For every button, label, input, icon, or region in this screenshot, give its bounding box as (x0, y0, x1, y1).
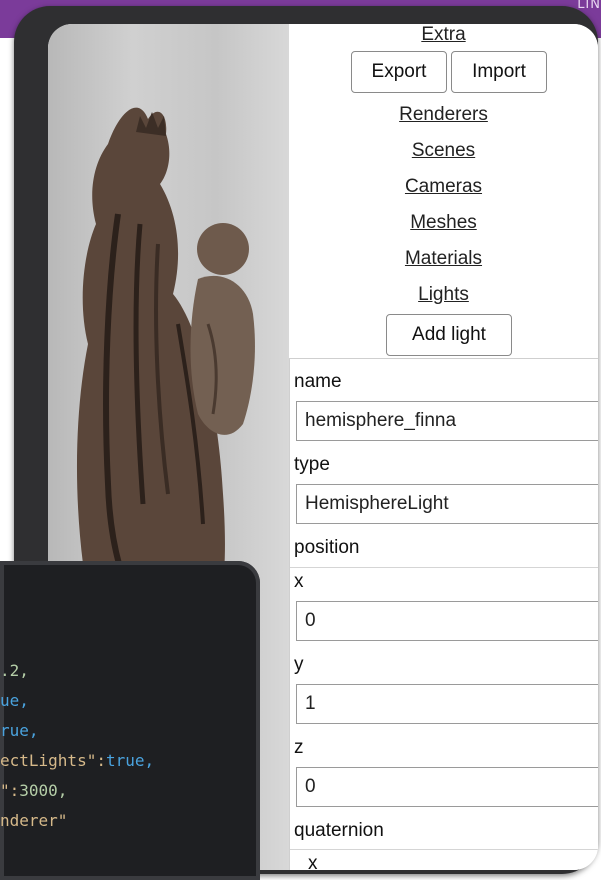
type-input[interactable]: HemisphereLight (296, 484, 598, 524)
name-input[interactable]: hemisphere_finna (296, 401, 598, 441)
position-y-input[interactable]: 1 (296, 684, 598, 724)
row-divider (290, 849, 598, 850)
code-line-4-key: ectLights": (0, 751, 106, 770)
properties-panel: Extra Export Import Renderers Scenes Cam… (289, 24, 598, 870)
export-button[interactable]: Export (351, 51, 447, 93)
code-line-4-value: true, (105, 751, 155, 770)
extra-link[interactable]: Extra (289, 24, 598, 46)
position-x-label: x (294, 571, 304, 592)
code-line-6: nderer" (0, 811, 68, 830)
code-line-3: rue, (0, 721, 39, 740)
name-label: name (294, 371, 342, 392)
type-label: type (294, 454, 330, 475)
row-divider (290, 567, 598, 568)
nav-materials[interactable]: Materials (289, 248, 598, 270)
quaternion-label: quaternion (294, 820, 384, 841)
nav-lights[interactable]: Lights (289, 284, 598, 306)
code-editor-overlay: .2, ue, rue, ectLights":true, ":3000, nd… (0, 561, 260, 880)
light-properties-form: name hemisphere_finna type HemisphereLig… (289, 358, 598, 870)
code-line-2: ue, (0, 691, 29, 710)
code-line-1: .2, (0, 661, 29, 680)
position-label: position (294, 537, 360, 558)
import-button[interactable]: Import (451, 51, 547, 93)
code-line-5-key: ": (0, 781, 20, 800)
position-x-input[interactable]: 0 (296, 601, 598, 641)
code-line-5-value: 3000, (19, 781, 68, 800)
nav-renderers[interactable]: Renderers (289, 104, 598, 126)
nav-meshes[interactable]: Meshes (289, 212, 598, 234)
position-z-label: z (294, 737, 304, 758)
position-z-input[interactable]: 0 (296, 767, 598, 807)
nav-cameras[interactable]: Cameras (289, 176, 598, 198)
banner-corner-text: LIN (577, 0, 601, 12)
quaternion-x-label: x (308, 853, 318, 870)
add-light-button[interactable]: Add light (386, 314, 512, 356)
position-y-label: y (294, 654, 304, 675)
nav-scenes[interactable]: Scenes (289, 140, 598, 162)
